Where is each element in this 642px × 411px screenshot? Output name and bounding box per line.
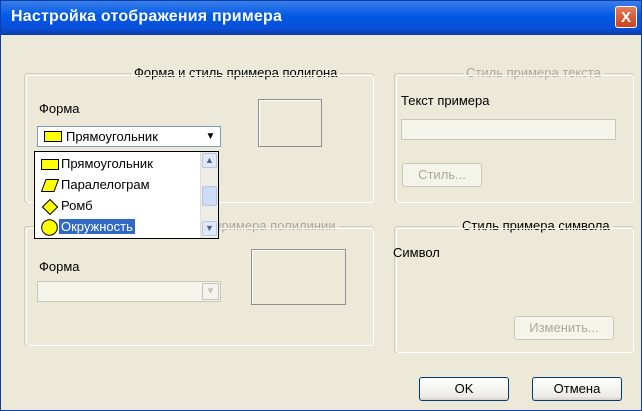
shape-dropdown-list[interactable]: Прямоугольник Паралелограм Ромб Окружнос… — [34, 151, 219, 239]
text-style-button[interactable]: Стиль... — [402, 163, 482, 187]
text-example-input[interactable] — [401, 119, 616, 140]
circle-shape-icon — [41, 219, 58, 236]
dropdown-item-label: Паралелограм — [61, 177, 150, 192]
rectangle-shape-icon — [41, 159, 59, 170]
scroll-up-icon[interactable]: ▲ — [202, 153, 217, 168]
polygon-shape-select[interactable]: Прямоугольник ▼ — [37, 126, 221, 147]
symbol-group-legend: Стиль примера символа — [459, 218, 613, 233]
dropdown-item-circle[interactable]: Окружность — [37, 217, 199, 237]
polyline-shape-select[interactable]: ▼ — [37, 281, 221, 302]
text-group-legend: Стиль примера текста — [463, 65, 604, 80]
symbol-change-button[interactable]: Изменить... — [514, 316, 614, 340]
window-title: Настройка отображения примера — [11, 8, 283, 25]
dropdown-item-label: Ромб — [61, 198, 93, 213]
text-example-label: Текст примера — [401, 93, 490, 108]
dropdown-item-label: Прямоугольник — [61, 156, 153, 171]
scroll-thumb[interactable] — [202, 186, 217, 206]
ok-button[interactable]: OK — [419, 377, 509, 401]
parallelogram-shape-icon — [41, 179, 59, 192]
dropdown-scrollbar[interactable]: ▲ ▼ — [200, 152, 218, 238]
polyline-shape-label: Форма — [39, 259, 80, 274]
dropdown-item-rhombus[interactable]: Ромб — [37, 196, 199, 216]
polygon-preview — [258, 99, 322, 147]
dropdown-item-parallelogram[interactable]: Паралелограм — [37, 175, 199, 195]
dropdown-item-rectangle[interactable]: Прямоугольник — [37, 154, 199, 174]
chevron-down-icon[interactable]: ▼ — [202, 128, 219, 145]
rectangle-shape-icon — [44, 131, 62, 142]
chevron-down-icon[interactable]: ▼ — [202, 283, 219, 300]
dialog-window: Настройка отображения примера X Форма и … — [0, 0, 642, 411]
polygon-shape-label: Форма — [39, 101, 80, 116]
cancel-button[interactable]: Отмена — [532, 377, 622, 401]
polyline-group-legend: ь примера полилинии — [201, 218, 339, 233]
scroll-down-icon[interactable]: ▼ — [202, 221, 217, 236]
polygon-shape-value: Прямоугольник — [66, 129, 158, 144]
polygon-group-legend: Форма и стиль примера полигона — [131, 65, 341, 80]
polyline-preview — [251, 249, 346, 305]
close-button[interactable]: X — [615, 6, 637, 28]
dropdown-item-label: Окружность — [59, 219, 135, 234]
rhombus-shape-icon — [42, 199, 58, 215]
title-bar[interactable]: Настройка отображения примера X — [1, 1, 641, 35]
symbol-label: Символ — [393, 245, 440, 260]
